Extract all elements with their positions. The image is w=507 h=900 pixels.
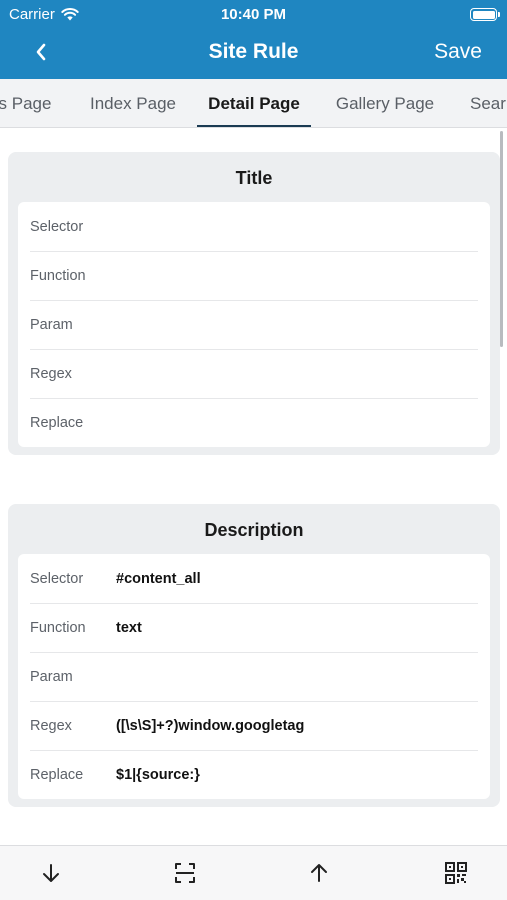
field-value[interactable]: ([\s\S]+?)window.googletag: [116, 718, 304, 734]
qr-code-button[interactable]: [441, 858, 471, 888]
header: Carrier 10:40 PM Site Rule Save: [0, 0, 507, 79]
field-label: Function: [30, 267, 86, 284]
scan-button[interactable]: [170, 858, 200, 888]
title-function-field[interactable]: Function: [18, 251, 490, 300]
arrow-up-icon: [311, 864, 327, 882]
title-regex-field[interactable]: Regex: [18, 349, 490, 398]
tab-index-page[interactable]: Index Page: [78, 79, 188, 127]
field-value[interactable]: #content_all: [116, 571, 201, 587]
field-label: Regex: [30, 365, 72, 382]
field-label: Regex: [30, 717, 72, 734]
scrollbar[interactable]: [500, 131, 503, 347]
description-replace-field[interactable]: Replace $1|{source:}: [18, 750, 490, 799]
field-label: Param: [30, 668, 73, 685]
field-label: Param: [30, 316, 73, 333]
scroll-up-button[interactable]: [304, 858, 334, 888]
title-section: Title Selector Function Param Regex Repl…: [8, 152, 500, 455]
field-label: Selector: [30, 218, 84, 235]
navigation-bar: Site Rule Save: [0, 28, 507, 79]
scroll-down-button[interactable]: [36, 858, 66, 888]
tab-list-page[interactable]: s Page: [0, 79, 60, 127]
scan-frame-icon: [175, 863, 195, 883]
qr-code-icon: [445, 862, 467, 884]
field-label: Function: [30, 619, 86, 636]
status-bar: Carrier 10:40 PM: [0, 0, 507, 28]
description-function-field[interactable]: Function text: [18, 603, 490, 652]
page-title: Site Rule: [208, 40, 299, 63]
description-selector-field[interactable]: Selector #content_all: [18, 554, 490, 603]
title-param-field[interactable]: Param: [18, 300, 490, 349]
field-label: Replace: [30, 414, 84, 431]
field-value[interactable]: $1|{source:}: [116, 767, 200, 783]
tab-gallery-page[interactable]: Gallery Page: [328, 79, 442, 127]
description-param-field[interactable]: Param: [18, 652, 490, 701]
active-tab-indicator: [197, 125, 311, 127]
title-replace-field[interactable]: Replace: [18, 398, 490, 447]
description-section: Description Selector #content_all Functi…: [8, 504, 500, 807]
status-time: 10:40 PM: [220, 6, 287, 23]
arrow-down-icon: [43, 864, 59, 882]
tab-bar: s Page Index Page Detail Page Gallery Pa…: [0, 79, 507, 128]
description-regex-field[interactable]: Regex ([\s\S]+?)window.googletag: [18, 701, 490, 750]
field-list: Selector Function Param Regex Replace: [18, 202, 490, 447]
tab-detail-page[interactable]: Detail Page: [197, 79, 311, 127]
field-value[interactable]: text: [116, 620, 142, 636]
field-label: Replace: [30, 766, 84, 783]
rule-form[interactable]: Title Selector Function Param Regex Repl…: [0, 129, 507, 845]
section-title: Description: [204, 520, 304, 540]
field-list: Selector #content_all Function text Para…: [18, 554, 490, 799]
bottom-toolbar: [0, 845, 507, 900]
save-button[interactable]: Save: [434, 40, 482, 64]
battery-icon: [470, 8, 500, 21]
tab-search-page[interactable]: Sear: [470, 79, 507, 127]
field-label: Selector: [30, 570, 84, 587]
section-title: Title: [235, 168, 273, 188]
title-selector-field[interactable]: Selector: [18, 202, 490, 251]
